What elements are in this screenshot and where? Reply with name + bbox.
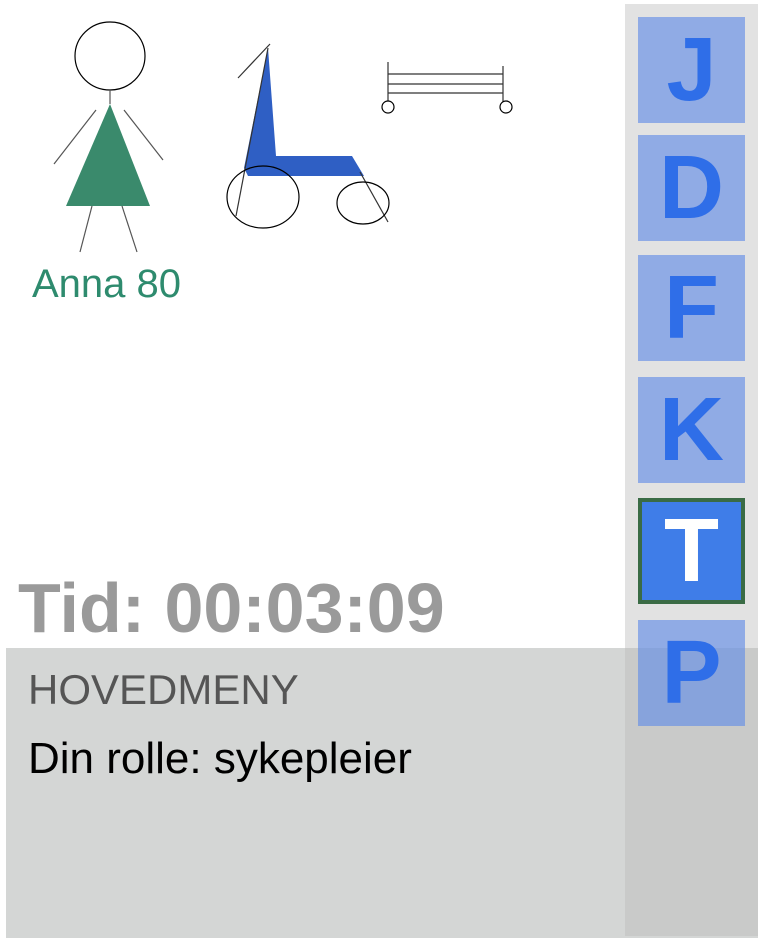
sidebar-button-d[interactable]: D — [638, 135, 745, 241]
bed-icon[interactable] — [381, 62, 513, 114]
patient-name-label: Anna 80 — [32, 262, 182, 306]
sidebar-button-p[interactable]: P — [638, 620, 745, 726]
sidebar-button-k[interactable]: K — [638, 377, 745, 483]
role-text: Din rolle: sykepleier — [28, 734, 412, 783]
wheelchair-icon[interactable] — [226, 43, 390, 229]
timer-display: Tid: 00:03:09 — [18, 569, 445, 647]
app-screen: Anna 80 Tid: 00:03:09 HOVEDMENY Din roll… — [0, 0, 768, 946]
sidebar-button-f[interactable]: F — [638, 255, 745, 361]
sidebar-button-j[interactable]: J — [638, 17, 745, 123]
sidebar-button-t[interactable]: T — [638, 498, 745, 604]
patient-figure-icon[interactable] — [53, 21, 164, 253]
menu-title[interactable]: HOVEDMENY — [28, 666, 299, 714]
